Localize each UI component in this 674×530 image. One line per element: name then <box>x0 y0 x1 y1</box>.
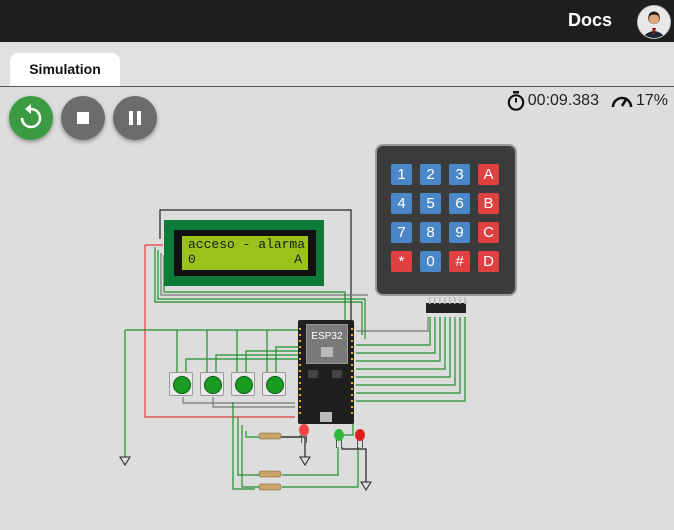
docs-link[interactable]: Docs <box>568 10 612 31</box>
restart-button[interactable] <box>9 96 53 140</box>
lcd-bezel: acceso - alarma 0A <box>174 230 316 276</box>
keypad-connector <box>426 297 466 313</box>
keypad-key[interactable]: 8 <box>420 222 441 243</box>
simulation-speed: 17% <box>635 92 668 109</box>
keypad-key[interactable]: 1 <box>391 164 412 185</box>
simulation-canvas[interactable]: 00:09.383 17% acceso - alarma 0A 123A456… <box>0 86 674 530</box>
keypad-key[interactable]: A <box>478 164 499 185</box>
wiring-layer <box>119 209 466 491</box>
lcd-line-1: acceso - alarma <box>182 238 308 253</box>
push-button-2[interactable] <box>200 372 224 396</box>
button-cap <box>173 376 191 394</box>
tab-simulation[interactable]: Simulation <box>10 53 120 86</box>
keypad-key[interactable]: 0 <box>420 251 441 272</box>
lcd-line-2-right: A <box>294 252 302 267</box>
user-avatar[interactable] <box>637 5 671 39</box>
pause-icon <box>129 111 141 125</box>
led-green[interactable] <box>331 428 347 450</box>
led-red-1[interactable] <box>296 423 312 445</box>
keypad-key[interactable]: D <box>478 251 499 272</box>
button-cap <box>235 376 253 394</box>
keypad-key[interactable]: * <box>391 251 412 272</box>
top-bar: Docs <box>0 0 674 42</box>
avatar-icon <box>638 6 670 38</box>
led-red-2[interactable] <box>352 428 368 450</box>
keypad-key[interactable]: 2 <box>420 164 441 185</box>
keypad-key[interactable]: 9 <box>449 222 470 243</box>
pause-button[interactable] <box>113 96 157 140</box>
simulation-stats: 00:09.383 17% <box>499 91 668 111</box>
stop-button[interactable] <box>61 96 105 140</box>
restart-icon <box>20 104 42 129</box>
lcd-screen: acceso - alarma 0A <box>182 236 308 270</box>
push-button-1[interactable] <box>169 372 193 396</box>
simulation-time: 00:09.383 <box>527 92 599 109</box>
keypad-key[interactable]: C <box>478 222 499 243</box>
lcd-line-2: 0A <box>182 253 308 268</box>
button-cap <box>204 376 222 394</box>
keypad-key[interactable]: 4 <box>391 193 412 214</box>
push-button-4[interactable] <box>262 372 286 396</box>
keypad-key[interactable]: 6 <box>449 193 470 214</box>
stopwatch-icon <box>507 91 525 111</box>
tab-bar: Simulation <box>0 42 674 87</box>
keypad-key[interactable]: 7 <box>391 222 412 243</box>
esp32-board[interactable]: ESP32 <box>298 320 354 424</box>
speedometer-icon <box>611 96 633 108</box>
esp32-pins <box>299 328 353 422</box>
membrane-keypad: 1 2 3 A 4 5 6 B 7 8 9 C * 0 # D <box>375 144 517 296</box>
lcd-display[interactable]: acceso - alarma 0A <box>164 220 324 286</box>
keypad-key[interactable]: B <box>478 193 499 214</box>
push-button-3[interactable] <box>231 372 255 396</box>
button-cap <box>266 376 284 394</box>
lcd-line-2-left: 0 <box>188 252 196 267</box>
keypad-key[interactable]: # <box>449 251 470 272</box>
stop-icon <box>77 112 89 124</box>
keypad-key[interactable]: 3 <box>449 164 470 185</box>
keypad-key[interactable]: 5 <box>420 193 441 214</box>
lcd-line-1-text: acceso - alarma <box>188 237 306 252</box>
